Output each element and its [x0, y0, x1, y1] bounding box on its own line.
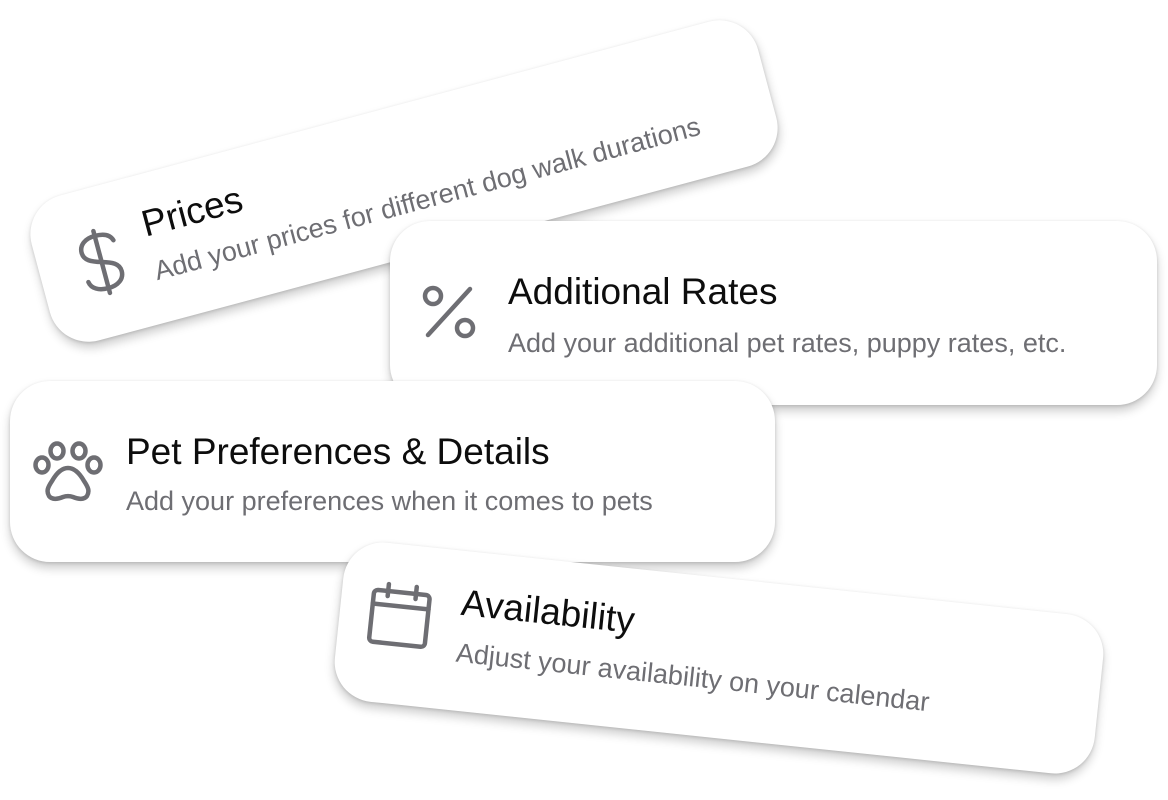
additional-rates-subtitle: Add your additional pet rates, puppy rat…	[508, 328, 1067, 358]
pet-preferences-card[interactable]: Pet Preferences & Details Add your prefe…	[10, 381, 775, 562]
additional-rates-card[interactable]: Additional Rates Add your additional pet…	[390, 221, 1157, 405]
calendar-icon	[364, 579, 435, 651]
percent-icon	[420, 283, 478, 341]
additional-rates-title: Additional Rates	[508, 271, 778, 312]
pet-preferences-title: Pet Preferences & Details	[126, 431, 550, 472]
availability-subtitle: Adjust your availability on your calenda…	[454, 637, 931, 718]
pet-preferences-subtitle: Add your preferences when it comes to pe…	[126, 486, 653, 516]
paw-icon	[32, 441, 104, 503]
availability-title: Availability	[459, 581, 637, 641]
settings-cards-stage: Prices Add your prices for different dog…	[0, 0, 1168, 800]
availability-card[interactable]: Availability Adjust your availability on…	[330, 538, 1108, 778]
dollar-icon	[70, 222, 133, 302]
